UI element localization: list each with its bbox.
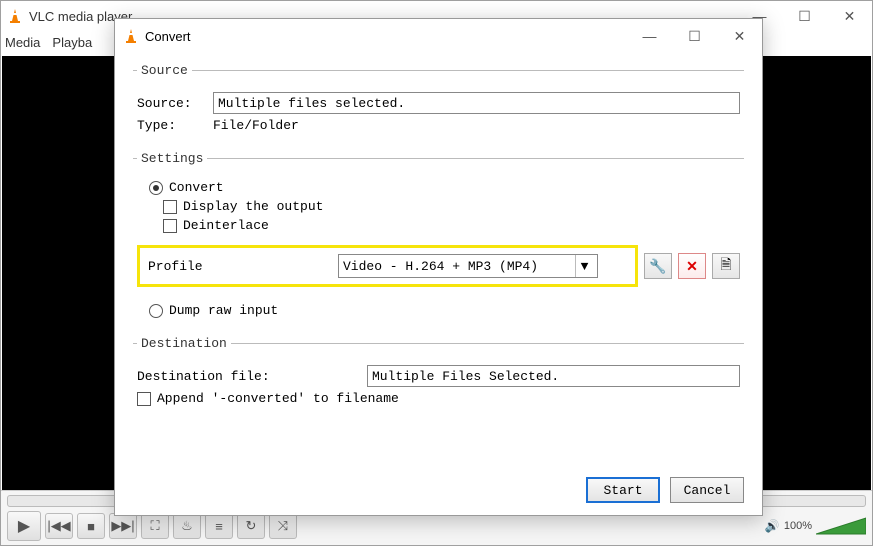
checkbox-icon — [163, 219, 177, 233]
vlc-cone-icon — [123, 28, 139, 44]
new-icon: 🗎 — [720, 254, 731, 278]
display-output-label: Display the output — [183, 199, 323, 214]
main-close-button[interactable]: ✕ — [827, 1, 872, 31]
dialog-body: Source Source: Multiple files selected. … — [115, 53, 762, 414]
deinterlace-checkbox[interactable]: Deinterlace — [137, 218, 740, 233]
settings-section: Settings Convert Display the output Dein… — [133, 151, 744, 326]
destination-legend: Destination — [137, 336, 231, 351]
main-maximize-button[interactable]: ☐ — [782, 1, 827, 31]
volume-slider[interactable] — [816, 516, 866, 536]
profile-label: Profile — [148, 259, 338, 274]
wrench-icon: 🔧 — [649, 258, 666, 275]
cancel-button[interactable]: Cancel — [670, 477, 744, 503]
source-label: Source: — [137, 96, 213, 111]
menu-playback[interactable]: Playba — [52, 35, 92, 50]
cancel-label: Cancel — [684, 483, 731, 498]
dump-raw-radio-row[interactable]: Dump raw input — [137, 303, 740, 318]
checkbox-icon — [163, 200, 177, 214]
profile-value: Video - H.264 + MP3 (MP4) — [343, 259, 538, 274]
fullscreen-button[interactable]: ⛶ — [141, 513, 169, 539]
prev-button[interactable]: |◀◀ — [45, 513, 73, 539]
dialog-buttons: Start Cancel — [586, 477, 744, 503]
loop-button[interactable]: ↻ — [237, 513, 265, 539]
settings-legend: Settings — [137, 151, 207, 166]
dump-raw-label: Dump raw input — [169, 303, 278, 318]
delete-icon: ✕ — [686, 258, 698, 275]
dialog-title: Convert — [145, 29, 191, 44]
edit-profile-button[interactable]: 🔧 — [644, 253, 672, 279]
type-value: File/Folder — [213, 118, 299, 133]
shuffle-button[interactable]: ⤨ — [269, 513, 297, 539]
settings-button[interactable]: ♨ — [173, 513, 201, 539]
play-button[interactable]: ▶ — [7, 511, 41, 541]
start-button[interactable]: Start — [586, 477, 660, 503]
next-button[interactable]: ▶▶| — [109, 513, 137, 539]
convert-radio-label: Convert — [169, 180, 224, 195]
source-value: Multiple files selected. — [218, 96, 405, 111]
convert-dialog: Convert — ☐ ✕ Source Source: Multiple fi… — [114, 18, 763, 516]
dialog-close-button[interactable]: ✕ — [717, 21, 762, 51]
profile-dropdown[interactable]: Video - H.264 + MP3 (MP4) ▼ — [338, 254, 598, 278]
delete-profile-button[interactable]: ✕ — [678, 253, 706, 279]
display-output-checkbox[interactable]: Display the output — [137, 199, 740, 214]
stop-button[interactable]: ■ — [77, 513, 105, 539]
convert-radio-row[interactable]: Convert — [137, 180, 740, 195]
dialog-window-controls: — ☐ ✕ — [627, 21, 762, 51]
new-profile-button[interactable]: 🗎 — [712, 253, 740, 279]
destination-section: Destination Destination file: Multiple F… — [133, 336, 744, 414]
volume-area: 🔊 100% — [765, 516, 866, 536]
source-section: Source Source: Multiple files selected. … — [133, 63, 744, 141]
speaker-icon[interactable]: 🔊 — [765, 519, 780, 533]
checkbox-icon — [137, 392, 151, 406]
radio-icon — [149, 304, 163, 318]
source-field[interactable]: Multiple files selected. — [213, 92, 740, 114]
destination-file-field[interactable]: Multiple Files Selected. — [367, 365, 740, 387]
type-label: Type: — [137, 118, 213, 133]
append-converted-label: Append '-converted' to filename — [157, 391, 399, 406]
chevron-down-icon: ▼ — [575, 255, 593, 277]
equalizer-icon: ♨ — [181, 518, 193, 534]
dialog-titlebar: Convert — ☐ ✕ — [115, 19, 762, 53]
start-label: Start — [603, 483, 642, 498]
playlist-button[interactable]: ≡ — [205, 513, 233, 539]
dialog-minimize-button[interactable]: — — [627, 21, 672, 51]
volume-text: 100% — [784, 520, 812, 532]
deinterlace-label: Deinterlace — [183, 218, 269, 233]
destination-file-value: Multiple Files Selected. — [372, 369, 559, 384]
dialog-maximize-button[interactable]: ☐ — [672, 21, 717, 51]
vlc-cone-icon — [7, 8, 23, 24]
menu-media[interactable]: Media — [5, 35, 40, 50]
append-converted-checkbox[interactable]: Append '-converted' to filename — [137, 391, 740, 406]
destination-file-label: Destination file: — [137, 369, 367, 384]
source-legend: Source — [137, 63, 192, 78]
radio-icon — [149, 181, 163, 195]
profile-row-highlight: Profile Video - H.264 + MP3 (MP4) ▼ — [137, 245, 638, 287]
